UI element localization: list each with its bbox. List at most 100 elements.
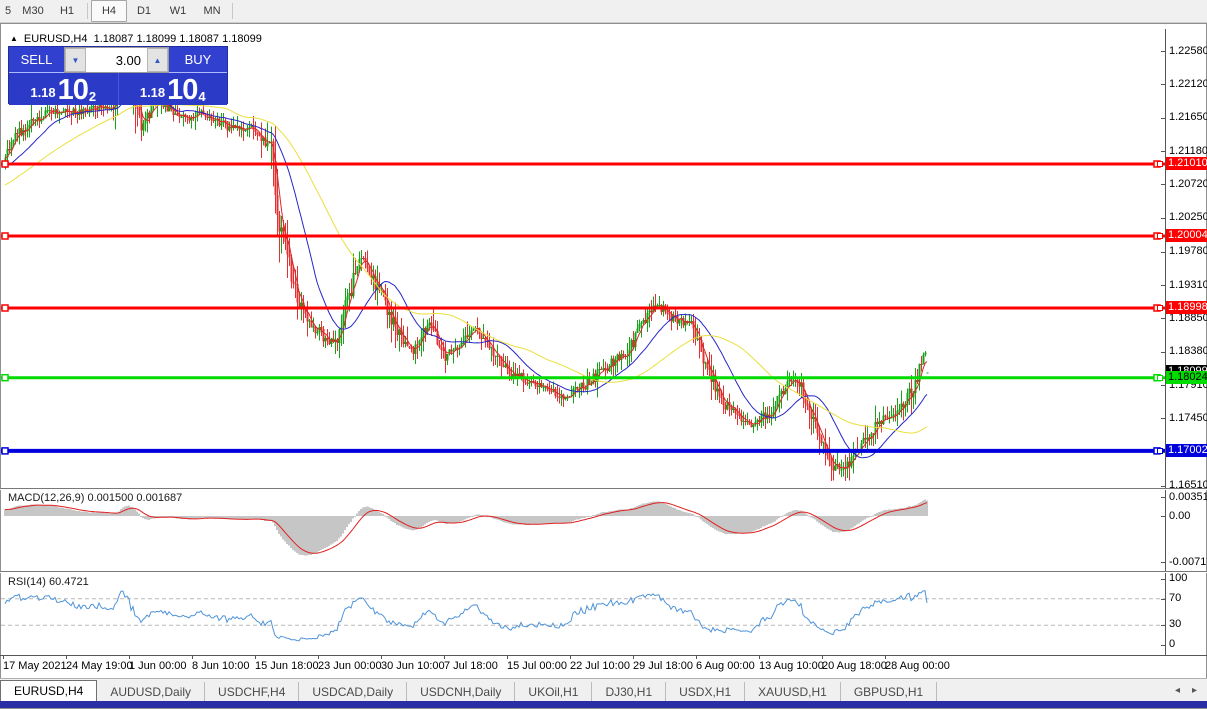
price-tick-dash xyxy=(1161,486,1166,487)
toolbar-separator xyxy=(232,3,233,19)
time-tick xyxy=(192,655,193,659)
ma-22-line xyxy=(4,94,928,459)
volume-increase-button[interactable]: ▲ xyxy=(147,48,168,72)
timeframe-button-h1[interactable]: H1 xyxy=(50,0,84,22)
hline-axis-handle[interactable] xyxy=(1157,233,1163,239)
buy-price-prefix: 1.18 xyxy=(139,85,166,100)
collapse-icon[interactable]: ▲ xyxy=(10,34,18,43)
hline-handle[interactable] xyxy=(1,232,9,240)
rsi-label: RSI(14) 60.4721 xyxy=(8,576,89,588)
macd-tick-label: -0.00717 xyxy=(1169,556,1207,568)
tab-gbpusd-h1[interactable]: GBPUSD,H1 xyxy=(841,682,938,702)
rsi-panel[interactable] xyxy=(1,573,1165,655)
hline-handle[interactable] xyxy=(1,373,9,382)
price-tick-dash xyxy=(1161,84,1166,85)
hline-price-label: 1.17002 xyxy=(1166,444,1207,457)
time-tick xyxy=(381,655,382,659)
timeframe-button-mn[interactable]: MN xyxy=(195,0,229,22)
timeframe-button-h4[interactable]: H4 xyxy=(91,0,127,22)
timeframe-button-w1[interactable]: W1 xyxy=(161,0,195,22)
tab-dj30-h1[interactable]: DJ30,H1 xyxy=(592,682,667,702)
hline-price-label: 1.20004 xyxy=(1166,229,1207,242)
toolbar-separator xyxy=(87,3,88,19)
timeframe-button-5[interactable]: 5 xyxy=(0,0,16,22)
time-tick xyxy=(318,655,319,659)
tab-scroll-left-icon[interactable]: ◂ xyxy=(1175,685,1180,696)
macd-tick-label: 0.003515 xyxy=(1169,491,1207,503)
time-axis-line[interactable] xyxy=(0,655,1207,656)
time-label: 1 Jun 00:00 xyxy=(129,660,187,672)
rsi-tick-label: 30 xyxy=(1169,618,1182,630)
rsi-tick-label: 70 xyxy=(1169,592,1182,604)
time-label: 28 Aug 00:00 xyxy=(885,660,950,672)
rsi-tick-dash xyxy=(1161,645,1166,646)
time-label: 17 May 2021 xyxy=(3,660,67,672)
time-tick xyxy=(696,655,697,659)
price-tick-dash xyxy=(1161,385,1166,386)
time-tick xyxy=(633,655,634,659)
hline-axis-handle[interactable] xyxy=(1157,305,1163,311)
tab-usdcad-daily[interactable]: USDCAD,Daily xyxy=(299,682,408,702)
tab-scroll-right-icon[interactable]: ▸ xyxy=(1192,685,1197,696)
time-label: 6 Aug 00:00 xyxy=(696,660,755,672)
price-tick-label: 1.19780 xyxy=(1169,245,1207,257)
hline-handle[interactable] xyxy=(1,160,9,168)
panel-separator-highlight xyxy=(0,489,1207,490)
chart-symbol-label: EURUSD,H4 xyxy=(23,33,88,45)
tab-usdx-h1[interactable]: USDX,H1 xyxy=(666,682,746,702)
time-tick xyxy=(759,655,760,659)
tab-usdcnh-daily[interactable]: USDCNH,Daily xyxy=(407,682,516,702)
hline-price-label: 1.18024 xyxy=(1166,371,1207,384)
tab-eurusd-h4[interactable]: EURUSD,H4 xyxy=(0,680,98,702)
hline-handle[interactable] xyxy=(1,304,9,312)
chart-title: ▲ EURUSD,H4 1.18087 1.18099 1.18087 1.180… xyxy=(10,33,262,45)
price-tick-dash xyxy=(1161,352,1166,353)
macd-histogram xyxy=(4,499,928,556)
macd-label: MACD(12,26,9) 0.001500 0.001687 xyxy=(8,492,183,504)
tab-audusd-daily[interactable]: AUDUSD,Daily xyxy=(97,682,206,702)
timeframe-button-m30[interactable]: M30 xyxy=(16,0,50,22)
macd-tick-dash xyxy=(1161,497,1166,498)
time-tick xyxy=(444,655,445,659)
volume-decrease-button[interactable]: ▼ xyxy=(65,48,86,72)
time-label: 22 Jul 10:00 xyxy=(570,660,630,672)
candles xyxy=(4,47,929,481)
price-tick-label: 1.21650 xyxy=(1169,111,1207,123)
time-tick xyxy=(570,655,571,659)
price-tick-label: 1.18380 xyxy=(1169,345,1207,357)
hline-axis-handle[interactable] xyxy=(1157,375,1163,381)
buy-price-sup: 4 xyxy=(198,89,206,104)
time-label: 24 May 19:00 xyxy=(66,660,133,672)
timeframe-button-d1[interactable]: D1 xyxy=(127,0,161,22)
chart-ohlc-values: 1.18087 1.18099 1.18087 1.18099 xyxy=(93,33,262,45)
macd-signal-line xyxy=(4,502,928,554)
volume-input[interactable] xyxy=(86,48,147,72)
price-tick-dash xyxy=(1161,118,1166,119)
price-tick-label: 1.20250 xyxy=(1169,211,1207,223)
tab-usdchf-h4[interactable]: USDCHF,H4 xyxy=(205,682,300,702)
time-label: 30 Jun 10:00 xyxy=(381,660,445,672)
buy-button[interactable]: BUY xyxy=(169,47,227,73)
hline-axis-handle[interactable] xyxy=(1157,448,1163,454)
rsi-tick-dash xyxy=(1161,599,1166,600)
time-label: 15 Jun 18:00 xyxy=(255,660,319,672)
tab-ukoil-h1[interactable]: UKOil,H1 xyxy=(515,682,593,702)
tab-xauusd-h1[interactable]: XAUUSD,H1 xyxy=(745,682,841,702)
macd-tick-dash xyxy=(1161,516,1166,517)
sell-price-sup: 2 xyxy=(88,89,97,104)
price-tick-label: 1.21180 xyxy=(1169,145,1207,157)
hline-price-label: 1.21010 xyxy=(1166,157,1207,170)
panel-separator-highlight xyxy=(0,572,1207,573)
hline-axis-handle[interactable] xyxy=(1157,161,1163,167)
buy-price-big: 10 xyxy=(167,74,198,106)
time-tick xyxy=(255,655,256,659)
hline-handle[interactable] xyxy=(1,447,9,455)
sell-price-display[interactable]: 1.18 10 2 xyxy=(9,73,119,105)
symbol-tabbar: EURUSD,H4 AUDUSD,Daily USDCHF,H4 USDCAD,Dai… xyxy=(0,678,1207,702)
sell-price-prefix: 1.18 xyxy=(30,85,56,100)
sell-button[interactable]: SELL xyxy=(9,47,64,73)
price-tick-dash xyxy=(1161,252,1166,253)
buy-price-display[interactable]: 1.18 10 4 xyxy=(118,73,227,106)
price-tick-label: 1.19310 xyxy=(1169,279,1207,291)
price-tick-label: 1.20720 xyxy=(1169,178,1207,190)
